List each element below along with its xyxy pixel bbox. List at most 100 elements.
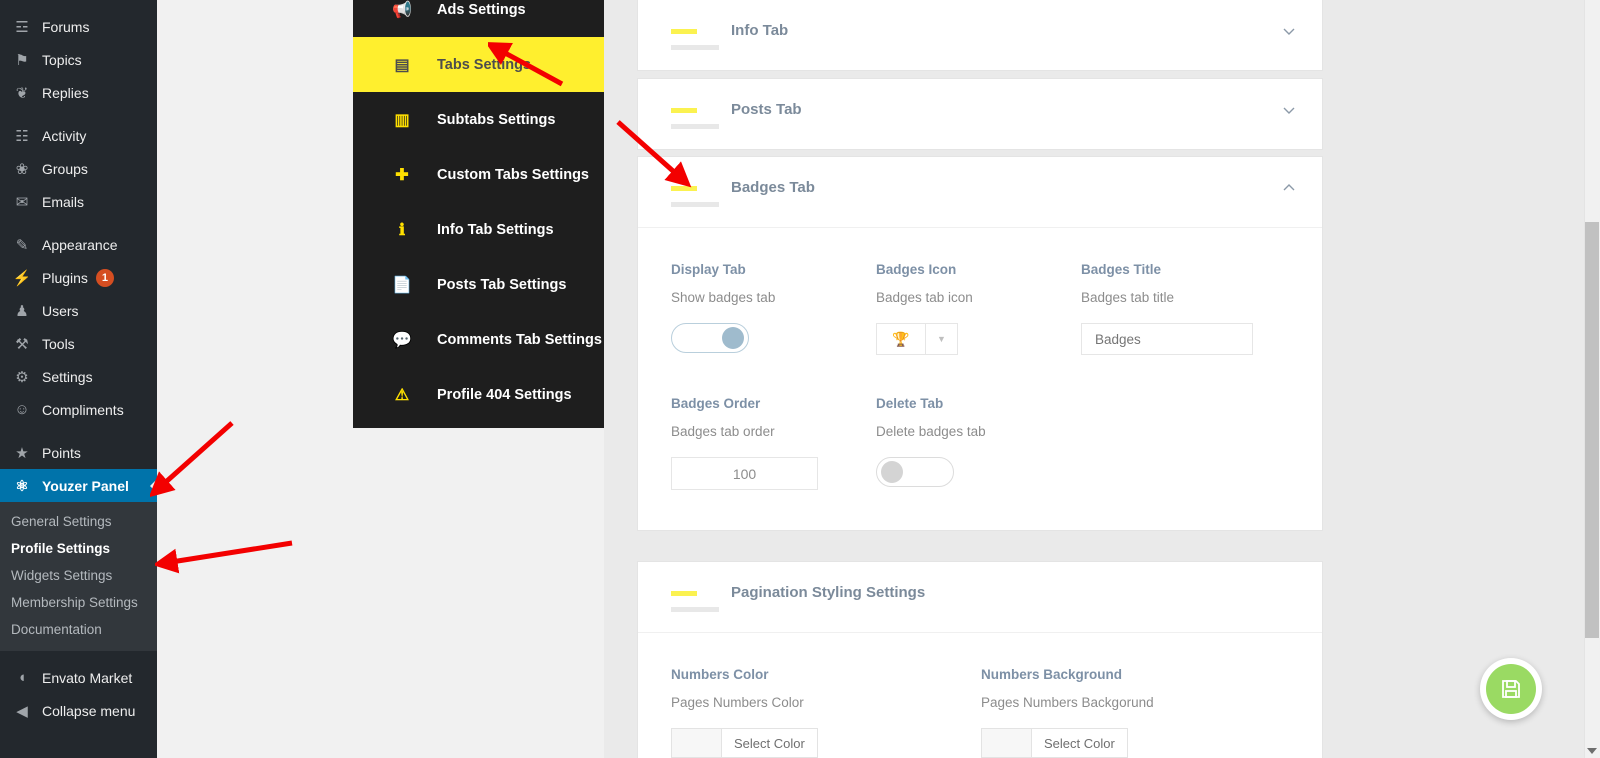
menu-item-posts-tab-settings[interactable]: 📄 Posts Tab Settings: [353, 257, 604, 312]
menu-item-profile-404-settings[interactable]: ⚠ Profile 404 Settings: [353, 367, 604, 422]
youzer-submenu: General Settings Profile Settings Widget…: [0, 502, 157, 651]
panel-header-posts-tab[interactable]: Posts Tab: [638, 79, 1322, 149]
sidebar-item-topics[interactable]: ⚑ Topics: [0, 43, 157, 76]
field-description: Badges tab icon: [876, 290, 973, 305]
sidebar-item-label: Compliments: [42, 401, 124, 418]
topics-icon: ⚑: [15, 51, 29, 69]
sidebar-item-settings[interactable]: ⚙ Settings: [0, 360, 157, 393]
sidebar-divider: [0, 109, 157, 119]
comment-bubble-icon: 💬: [392, 331, 412, 349]
save-button[interactable]: [1480, 658, 1542, 720]
plugins-plug-icon: ⚡: [12, 269, 32, 287]
field-delete-tab: Delete Tab Delete badges tab: [876, 396, 986, 490]
submenu-item-documentation[interactable]: Documentation: [0, 616, 157, 643]
submenu-item-membership-settings[interactable]: Membership Settings: [0, 589, 157, 616]
menu-item-label: Tabs Settings: [437, 56, 531, 73]
menu-item-custom-tabs-settings[interactable]: ✚ Custom Tabs Settings: [353, 147, 604, 202]
collapse-menu-icon: ◀: [16, 702, 28, 720]
sidebar-item-label: Tools: [42, 335, 75, 352]
sidebar-item-appearance[interactable]: ✎ Appearance: [0, 228, 157, 261]
field-badges-title: Badges Title Badges tab title: [1081, 262, 1253, 355]
replies-icon: ❦: [15, 84, 29, 102]
megaphone-icon: 📢: [392, 1, 412, 19]
sidebar-item-label: Replies: [42, 84, 89, 101]
color-swatch[interactable]: [981, 728, 1032, 758]
sidebar-item-compliments[interactable]: ☺ Compliments: [0, 393, 157, 426]
badges-field-row-1: Display Tab Show badges tab Badges Icon …: [671, 262, 1289, 355]
field-title: Badges Icon: [876, 262, 957, 277]
menu-item-subtabs-settings[interactable]: ▥ Subtabs Settings: [353, 92, 604, 147]
field-numbers-background: Numbers Background Pages Numbers Backgor…: [981, 667, 1154, 758]
select-color-button[interactable]: Select Color: [1032, 728, 1128, 758]
badges-icon-picker[interactable]: 🏆 ▼: [876, 323, 1081, 355]
panel-body-pagination: Numbers Color Pages Numbers Color Select…: [638, 632, 1322, 758]
sidebar-item-groups[interactable]: ❀ Groups: [0, 152, 157, 185]
menu-item-comments-tab-settings[interactable]: 💬 Comments Tab Settings: [353, 312, 604, 367]
menu-item-ads-settings[interactable]: 📢 Ads Settings: [353, 0, 604, 37]
warning-triangle-icon: ⚠: [394, 386, 410, 404]
sidebar-item-youzer-panel[interactable]: ⚛ Youzer Panel: [0, 469, 157, 502]
submenu-item-widgets-settings[interactable]: Widgets Settings: [0, 562, 157, 589]
appearance-brush-icon: ✎: [15, 236, 29, 254]
sidebar-spacer-top: [0, 0, 157, 10]
field-display-tab: Display Tab Show badges tab: [671, 262, 876, 355]
select-color-button[interactable]: Select Color: [722, 728, 818, 758]
field-badges-icon: Badges Icon Badges tab icon 🏆 ▼: [876, 262, 1081, 355]
display-tab-toggle[interactable]: [671, 323, 749, 353]
panel-dash-marker: [671, 29, 719, 50]
submenu-item-profile-settings[interactable]: Profile Settings: [0, 535, 157, 562]
pagination-field-row: Numbers Color Pages Numbers Color Select…: [671, 667, 1289, 758]
sidebar-item-replies[interactable]: ❦ Replies: [0, 76, 157, 109]
sidebar-item-emails[interactable]: ✉ Emails: [0, 185, 157, 218]
submenu-item-general-settings[interactable]: General Settings: [0, 508, 157, 535]
floppy-save-icon: [1486, 664, 1536, 714]
sidebar-item-forums[interactable]: ☲ Forums: [0, 10, 157, 43]
sidebar-item-label: Settings: [42, 368, 93, 385]
sidebar-item-label: Collapse menu: [42, 702, 136, 719]
trophy-icon[interactable]: 🏆: [876, 323, 926, 355]
sidebar-item-tools[interactable]: ⚒ Tools: [0, 327, 157, 360]
sidebar-item-activity[interactable]: ☷ Activity: [0, 119, 157, 152]
points-star-icon: ★: [15, 444, 29, 462]
sidebar-item-envato-market[interactable]: ◖ Envato Market: [0, 661, 157, 694]
field-description: Pages Numbers Color: [671, 695, 804, 710]
numbers-background-color-picker[interactable]: Select Color: [981, 728, 1154, 758]
settings-content-area: Info Tab Posts Tab Badges Tab Display Ta…: [604, 0, 1600, 758]
field-title: Numbers Background: [981, 667, 1123, 682]
forums-icon: ☲: [15, 18, 29, 36]
collapse-menu-button[interactable]: ◀ Collapse menu: [0, 694, 157, 727]
chevron-up-icon[interactable]: [1282, 181, 1296, 195]
sidebar-item-users[interactable]: ♟ Users: [0, 294, 157, 327]
sidebar-item-label: Appearance: [42, 236, 118, 253]
sidebar-item-points[interactable]: ★ Points: [0, 436, 157, 469]
scrollbar-thumb[interactable]: [1585, 222, 1599, 638]
settings-sliders-icon: ⚙: [15, 368, 29, 386]
panel-header-pagination[interactable]: Pagination Styling Settings: [638, 562, 1322, 632]
color-swatch[interactable]: [671, 728, 722, 758]
plus-icon: ✚: [395, 166, 409, 184]
sidebar-item-plugins[interactable]: ⚡ Plugins 1: [0, 261, 157, 294]
panel-header-info-tab[interactable]: Info Tab: [638, 0, 1322, 70]
panel-header-badges-tab[interactable]: Badges Tab: [638, 157, 1322, 227]
panel-title: Pagination Styling Settings: [731, 584, 926, 601]
sidebar-item-label: Activity: [42, 127, 87, 144]
sidebar-divider: [0, 651, 157, 661]
chevron-down-icon[interactable]: [1282, 103, 1296, 117]
envato-icon: ◖: [17, 669, 27, 686]
badges-title-input[interactable]: [1081, 323, 1253, 355]
chevron-down-icon[interactable]: ▼: [926, 323, 958, 355]
chevron-down-icon[interactable]: [1282, 24, 1296, 38]
panel-info-tab: Info Tab: [637, 0, 1323, 71]
panel-title: Badges Tab: [731, 179, 815, 196]
panel-title: Info Tab: [731, 22, 789, 39]
numbers-color-picker[interactable]: Select Color: [671, 728, 981, 758]
menu-item-tabs-settings[interactable]: ▤ Tabs Settings: [353, 37, 604, 92]
panel-dash-marker: [671, 591, 719, 612]
info-icon: ℹ: [398, 221, 406, 239]
scrollbar-down-arrow-icon[interactable]: [1587, 748, 1597, 754]
sidebar-item-label: Emails: [42, 193, 85, 210]
page-scrollbar[interactable]: [1584, 0, 1600, 758]
menu-item-info-tab-settings[interactable]: ℹ Info Tab Settings: [353, 202, 604, 257]
delete-tab-toggle[interactable]: [876, 457, 954, 487]
badges-order-input[interactable]: [671, 457, 818, 490]
